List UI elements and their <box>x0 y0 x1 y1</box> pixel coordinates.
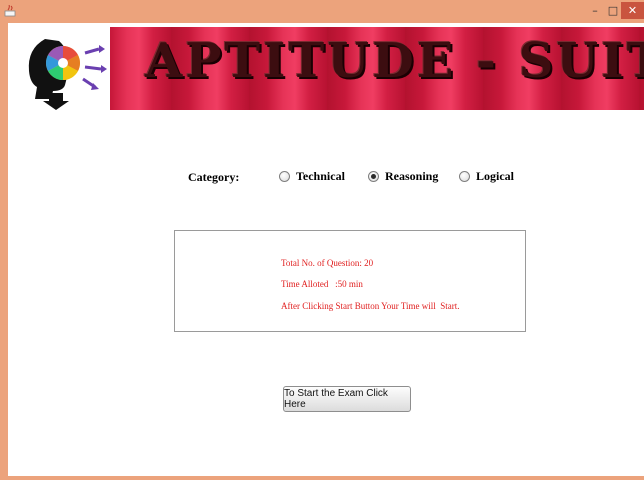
rainbow-head-logo-icon <box>15 27 110 110</box>
start-exam-button[interactable]: To Start the Exam Click Here <box>283 386 411 412</box>
category-label: Category: <box>188 170 240 184</box>
java-app-icon <box>4 5 16 17</box>
window-titlebar[interactable]: – □ ✕ <box>0 0 644 23</box>
radio-checked-icon[interactable] <box>368 170 379 182</box>
close-button[interactable]: ✕ <box>621 2 644 19</box>
window-frame-bottom <box>0 476 644 480</box>
radio-logical-label: Logical <box>476 168 514 183</box>
maximize-button[interactable]: □ <box>603 2 623 19</box>
radio-technical[interactable]: Technical <box>279 168 345 184</box>
radio-unchecked-icon[interactable] <box>459 170 470 182</box>
time-alloted-text: Time Alloted :50 min <box>281 279 363 289</box>
banner: APTITUDE - SUITE <box>15 27 644 110</box>
radio-unchecked-icon[interactable] <box>279 170 290 182</box>
radio-reasoning[interactable]: Reasoning <box>368 168 438 184</box>
radio-reasoning-label: Reasoning <box>385 168 439 183</box>
radio-logical[interactable]: Logical <box>459 168 514 184</box>
instruction-text: After Clicking Start Button Your Time wi… <box>281 301 460 311</box>
window-frame-left <box>0 23 8 480</box>
total-questions-text: Total No. of Question: 20 <box>281 258 374 268</box>
radio-technical-label: Technical <box>296 168 345 183</box>
exam-info-panel: Total No. of Question: 20 Time Alloted :… <box>174 230 526 332</box>
app-title: APTITUDE - SUITE <box>145 33 644 89</box>
